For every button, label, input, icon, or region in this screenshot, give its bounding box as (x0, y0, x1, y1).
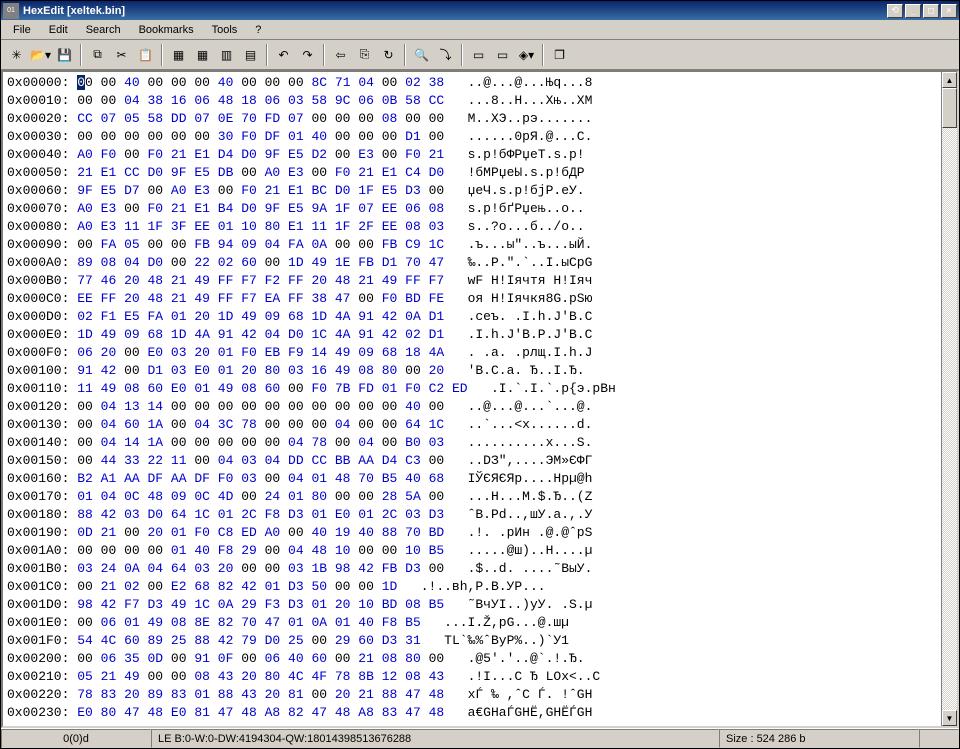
toolbar-separator (161, 44, 163, 66)
tool-goto-dd[interactable]: ◈▾ (515, 44, 538, 66)
tool-grid1[interactable]: ▦ (167, 44, 190, 66)
tool-cut[interactable]: ✂ (110, 44, 133, 66)
menu-help[interactable]: ? (247, 22, 269, 38)
tool-find[interactable]: 🔍 (410, 44, 433, 66)
status-size: Size : 524 286 b (719, 729, 919, 748)
tool-redo[interactable]: ↷ (296, 44, 319, 66)
menu-file[interactable]: File (5, 22, 39, 38)
tool-ruler[interactable]: ▭ (467, 44, 490, 66)
scroll-up-button[interactable]: ▲ (942, 72, 957, 88)
toolbar-separator (461, 44, 463, 66)
minimize-button[interactable]: _ (905, 4, 921, 18)
tool-rotate[interactable]: ↻ (377, 44, 400, 66)
content-area: 0x00000: 00 00 40 00 00 00 40 00 00 00 8… (1, 70, 959, 728)
tool-arrow-left[interactable]: ⇦ (329, 44, 352, 66)
tool-copy[interactable]: ⧉ (86, 44, 109, 66)
tool-find-next[interactable]: ⤵ (434, 44, 457, 66)
vertical-scrollbar[interactable]: ▲ ▼ (941, 72, 957, 726)
maximize-button[interactable]: □ (923, 4, 939, 18)
toolbar-separator (80, 44, 82, 66)
menu-edit[interactable]: Edit (41, 22, 76, 38)
hex-view[interactable]: 0x00000: 00 00 40 00 00 00 40 00 00 00 8… (3, 72, 941, 726)
tool-open-dd[interactable]: 📂▾ (29, 44, 52, 66)
app-icon: 01 (3, 3, 19, 19)
toolbar-separator (542, 44, 544, 66)
status-position: 0(0)d (1, 729, 151, 748)
window-title: HexEdit [xeltek.bin] (23, 5, 887, 17)
tool-measure[interactable]: ▭ (491, 44, 514, 66)
tool-insert[interactable]: ⎘ (353, 44, 376, 66)
window-controls: ⟲ _ □ × (887, 4, 957, 18)
titlebar: 01 HexEdit [xeltek.bin] ⟲ _ □ × (1, 1, 959, 20)
scroll-thumb[interactable] (942, 88, 957, 128)
close-button[interactable]: × (941, 4, 957, 18)
toolbar-separator (266, 44, 268, 66)
menu-bookmarks[interactable]: Bookmarks (131, 22, 202, 38)
scroll-down-button[interactable]: ▼ (942, 710, 957, 726)
toolbar-separator (323, 44, 325, 66)
menu-tools[interactable]: Tools (204, 22, 246, 38)
restore-button[interactable]: ⟲ (887, 4, 903, 18)
tool-sun[interactable]: ✳ (5, 44, 28, 66)
tool-grid3[interactable]: ▥ (215, 44, 238, 66)
tool-grid4[interactable]: ▤ (239, 44, 262, 66)
tool-grid2[interactable]: ▦ (191, 44, 214, 66)
tool-undo[interactable]: ↶ (272, 44, 295, 66)
status-info: LE B:0-W:0-DW:4194304-QW:180143985136762… (151, 729, 719, 748)
menu-search[interactable]: Search (78, 22, 129, 38)
tool-paste[interactable]: 📋 (134, 44, 157, 66)
menubar: File Edit Search Bookmarks Tools ? (1, 20, 959, 40)
tool-save[interactable]: 💾 (53, 44, 76, 66)
toolbar-separator (404, 44, 406, 66)
tool-window-stack[interactable]: ❐ (548, 44, 571, 66)
scroll-track[interactable] (942, 128, 957, 710)
statusbar: 0(0)d LE B:0-W:0-DW:4194304-QW:180143985… (1, 728, 959, 748)
toolbar: ✳📂▾💾⧉✂📋▦▦▥▤↶↷⇦⎘↻🔍⤵▭▭◈▾❐ (1, 40, 959, 70)
app-window: 01 HexEdit [xeltek.bin] ⟲ _ □ × File Edi… (0, 0, 960, 749)
status-extra (919, 729, 959, 748)
